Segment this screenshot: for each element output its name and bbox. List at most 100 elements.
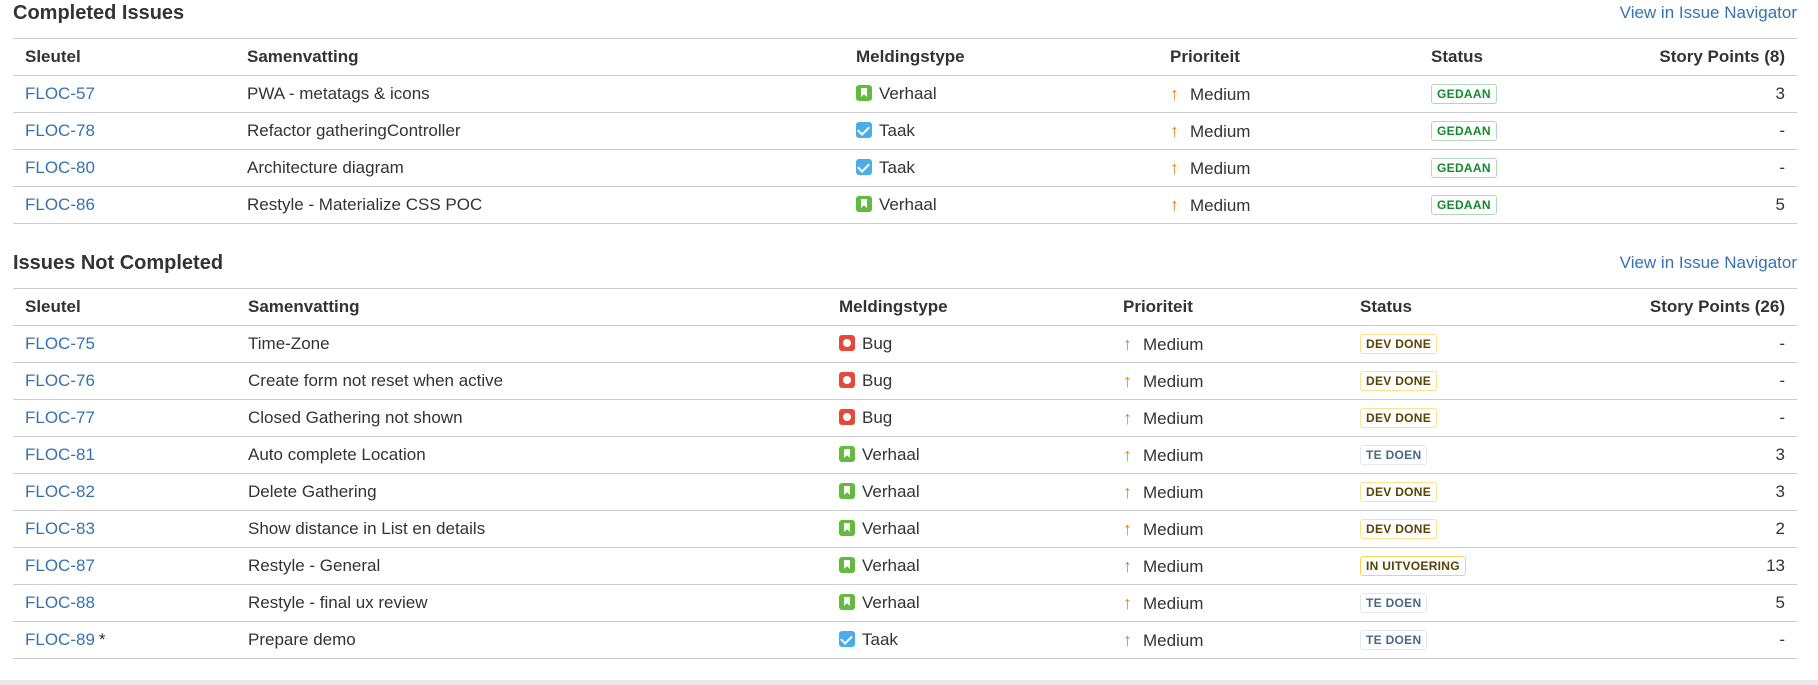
issue-key-link[interactable]: FLOC-82 (25, 482, 95, 501)
story-points: 13 (1548, 547, 1797, 585)
story-icon (839, 483, 855, 499)
not-completed-issues-table: Sleutel Samenvatting Meldingstype Priori… (13, 288, 1797, 659)
column-header-status[interactable]: Status (1419, 38, 1619, 76)
status-cell: GEDAAN (1419, 75, 1619, 113)
column-header-status[interactable]: Status (1348, 288, 1548, 326)
issue-key-link[interactable]: FLOC-78 (25, 121, 95, 140)
story-icon (839, 557, 855, 573)
issue-type-cell: Bug (827, 399, 1111, 437)
issue-type-label: Verhaal (879, 195, 937, 214)
story-points: 2 (1548, 510, 1797, 548)
status-badge: GEDAAN (1431, 121, 1497, 141)
issue-key-cell: FLOC-75 (13, 325, 236, 363)
story-icon (839, 520, 855, 536)
issue-type-cell: Verhaal (827, 584, 1111, 622)
story-points: - (1548, 362, 1797, 400)
column-header-type[interactable]: Meldingstype (844, 38, 1158, 76)
status-badge: DEV DONE (1360, 482, 1438, 502)
issue-key-link[interactable]: FLOC-81 (25, 445, 95, 464)
story-icon (839, 446, 855, 462)
story-points: 5 (1619, 186, 1797, 224)
column-header-summary[interactable]: Samenvatting (235, 38, 844, 76)
task-icon (839, 631, 855, 647)
table-row: FLOC-75 Time-Zone Bug ↑ Medium DEV DONE - (13, 325, 1797, 363)
section-title: Issues Not Completed (13, 252, 224, 274)
arrow-up-icon: ↑ (1123, 481, 1132, 502)
issue-summary: Show distance in List en details (236, 510, 827, 548)
completed-issues-header: Completed Issues View in Issue Navigator (13, 0, 1797, 38)
status-badge: GEDAAN (1431, 84, 1497, 104)
issue-key-link[interactable]: FLOC-89 (25, 630, 95, 649)
column-header-story-points[interactable]: Story Points (8) (1619, 38, 1797, 76)
issue-key-link[interactable]: FLOC-87 (25, 556, 95, 575)
priority-label: Medium (1143, 519, 1204, 539)
arrow-up-icon: ↑ (1170, 194, 1179, 215)
issue-type-cell: Bug (827, 362, 1111, 400)
issue-key-cell: FLOC-88 (13, 584, 236, 622)
status-cell: TE DOEN (1348, 436, 1548, 474)
column-header-key[interactable]: Sleutel (13, 288, 236, 326)
arrow-up-icon: ↑ (1123, 555, 1132, 576)
priority-label: Medium (1190, 158, 1251, 178)
not-completed-issues-body: FLOC-75 Time-Zone Bug ↑ Medium DEV DONE -… (13, 325, 1797, 659)
issue-summary: Restyle - General (236, 547, 827, 585)
arrow-up-icon: ↑ (1123, 629, 1132, 650)
column-header-priority[interactable]: Prioriteit (1111, 288, 1348, 326)
table-row: FLOC-81 Auto complete Location Verhaal ↑… (13, 436, 1797, 474)
arrow-up-icon: ↑ (1170, 83, 1179, 104)
status-badge: TE DOEN (1360, 445, 1428, 465)
priority-label: Medium (1190, 121, 1251, 141)
priority-label: Medium (1143, 482, 1204, 502)
priority-label: Medium (1143, 445, 1204, 465)
status-badge: GEDAAN (1431, 195, 1497, 215)
status-cell: DEV DONE (1348, 473, 1548, 511)
priority-cell: ↑ Medium (1111, 399, 1348, 437)
table-row: FLOC-83 Show distance in List en details… (13, 510, 1797, 548)
issue-type-label: Bug (862, 334, 893, 353)
priority-cell: ↑ Medium (1111, 547, 1348, 585)
issue-key-cell: FLOC-89 * (13, 621, 236, 659)
column-header-priority[interactable]: Prioriteit (1158, 38, 1419, 76)
view-in-issue-navigator-link[interactable]: View in Issue Navigator (1620, 253, 1797, 273)
priority-label: Medium (1143, 371, 1204, 391)
table-header-row: Sleutel Samenvatting Meldingstype Priori… (13, 38, 1797, 76)
priority-label: Medium (1143, 408, 1204, 428)
issue-key-link[interactable]: FLOC-76 (25, 371, 95, 390)
issue-type-cell: Taak (844, 149, 1158, 187)
issue-key-link[interactable]: FLOC-75 (25, 334, 95, 353)
issue-key-cell: FLOC-80 (13, 149, 235, 187)
issue-key-link[interactable]: FLOC-83 (25, 519, 95, 538)
view-in-issue-navigator-link[interactable]: View in Issue Navigator (1620, 3, 1797, 23)
issue-type-cell: Bug (827, 325, 1111, 363)
issue-key-link[interactable]: FLOC-57 (25, 84, 95, 103)
issue-key-link[interactable]: FLOC-86 (25, 195, 95, 214)
table-row: FLOC-86 Restyle - Materialize CSS POC Ve… (13, 186, 1797, 224)
priority-cell: ↑ Medium (1111, 325, 1348, 363)
priority-cell: ↑ Medium (1111, 436, 1348, 474)
arrow-up-icon: ↑ (1123, 370, 1132, 391)
issue-key-link[interactable]: FLOC-88 (25, 593, 95, 612)
column-header-story-points[interactable]: Story Points (26) (1548, 288, 1797, 326)
issue-type-cell: Verhaal (844, 75, 1158, 113)
column-header-type[interactable]: Meldingstype (827, 288, 1111, 326)
status-badge: TE DOEN (1360, 593, 1428, 613)
table-row: FLOC-76 Create form not reset when activ… (13, 362, 1797, 400)
issue-summary: Closed Gathering not shown (236, 399, 827, 437)
status-cell: GEDAAN (1419, 186, 1619, 224)
issue-type-cell: Taak (827, 621, 1111, 659)
column-header-summary[interactable]: Samenvatting (236, 288, 827, 326)
story-points: - (1548, 621, 1797, 659)
issue-type-label: Bug (862, 371, 893, 390)
status-cell: TE DOEN (1348, 584, 1548, 622)
arrow-up-icon: ↑ (1123, 592, 1132, 613)
issue-type-cell: Verhaal (844, 186, 1158, 224)
story-icon (839, 594, 855, 610)
issue-key-link[interactable]: FLOC-80 (25, 158, 95, 177)
column-header-key[interactable]: Sleutel (13, 38, 235, 76)
issue-type-label: Bug (862, 408, 893, 427)
priority-label: Medium (1143, 334, 1204, 354)
status-badge: GEDAAN (1431, 158, 1497, 178)
issue-key-link[interactable]: FLOC-77 (25, 408, 95, 427)
arrow-up-icon: ↑ (1170, 120, 1179, 141)
bug-icon (839, 372, 855, 388)
